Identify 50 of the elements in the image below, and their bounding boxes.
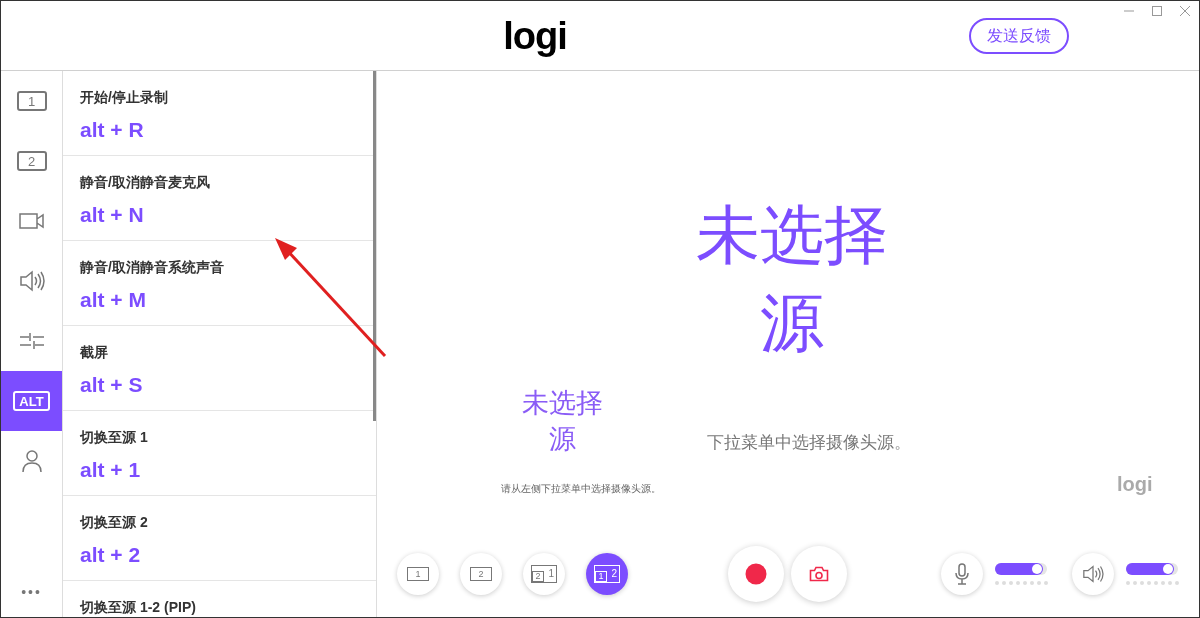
shortcut-action: 静音/取消静音麦克风 [80, 173, 211, 192]
layout-button[interactable]: 2 [460, 553, 502, 595]
shortcut-keys: alt + S [80, 369, 359, 401]
shortcut-action: 切换至源 1 [80, 428, 149, 447]
microphone-icon [954, 563, 970, 585]
source-icon: 1 [16, 91, 47, 111]
shortcut-keys: alt + 1 [80, 454, 359, 486]
layout-icon: 1 [407, 567, 429, 581]
scrollbar[interactable] [373, 71, 376, 421]
feedback-button[interactable]: 发送反馈 [969, 17, 1069, 54]
shortcut-keys: alt + M [80, 284, 359, 316]
layout-icon: 2 [470, 567, 492, 581]
layout-button[interactable]: 2 1 [523, 553, 565, 595]
microphone-button[interactable] [941, 553, 983, 595]
speaker-button[interactable] [1072, 553, 1114, 595]
snapshot-button[interactable] [791, 546, 847, 602]
hint-text: 下拉菜单中选择摄像头源。 [707, 431, 911, 454]
level-meter [1126, 581, 1179, 585]
shortcut-keys: alt + R [80, 114, 359, 146]
source-icon: 2 [16, 151, 47, 171]
logi-logo: logi [503, 16, 567, 55]
no-source-message: 未选择源 [520, 386, 604, 456]
record-icon [745, 563, 767, 585]
level-meter [995, 581, 1048, 585]
sidebar-item[interactable]: ALT [1, 371, 62, 431]
shortcut-action: 静音/取消静音系统声音 [80, 258, 225, 277]
speaker-icon [1082, 564, 1104, 584]
maximize-icon[interactable] [1151, 5, 1163, 17]
close-icon[interactable] [1179, 5, 1191, 17]
adjust-icon [18, 331, 45, 351]
layout-button[interactable]: 1 2 [586, 553, 628, 595]
video-camera-icon [18, 212, 45, 230]
record-button[interactable] [728, 546, 784, 602]
shortcut-keys: alt + N [80, 199, 359, 231]
source-icon: ALT [13, 391, 50, 411]
person-icon [20, 449, 43, 473]
speaker-icon [18, 269, 45, 293]
more-button[interactable]: ••• [1, 567, 62, 617]
shortcut-action: 开始/停止录制 [80, 88, 169, 107]
shortcut-action: 切换至源 2 [80, 513, 149, 532]
layout-button[interactable]: 1 [397, 553, 439, 595]
faint-logo: logi [1117, 472, 1153, 497]
shortcut-keys: alt + 2 [80, 539, 359, 571]
shortcut-action: 截屏 [80, 343, 109, 362]
no-source-message: 未选择源 [695, 197, 889, 362]
hint-text: 请从左侧下拉菜单中选择摄像头源。 [501, 482, 661, 496]
layout-icon: 1 2 [594, 565, 620, 583]
layout-icon: 2 1 [531, 565, 557, 583]
camera-icon [809, 566, 829, 582]
shortcut-action: 切换至源 1-2 (PIP) [80, 598, 197, 617]
